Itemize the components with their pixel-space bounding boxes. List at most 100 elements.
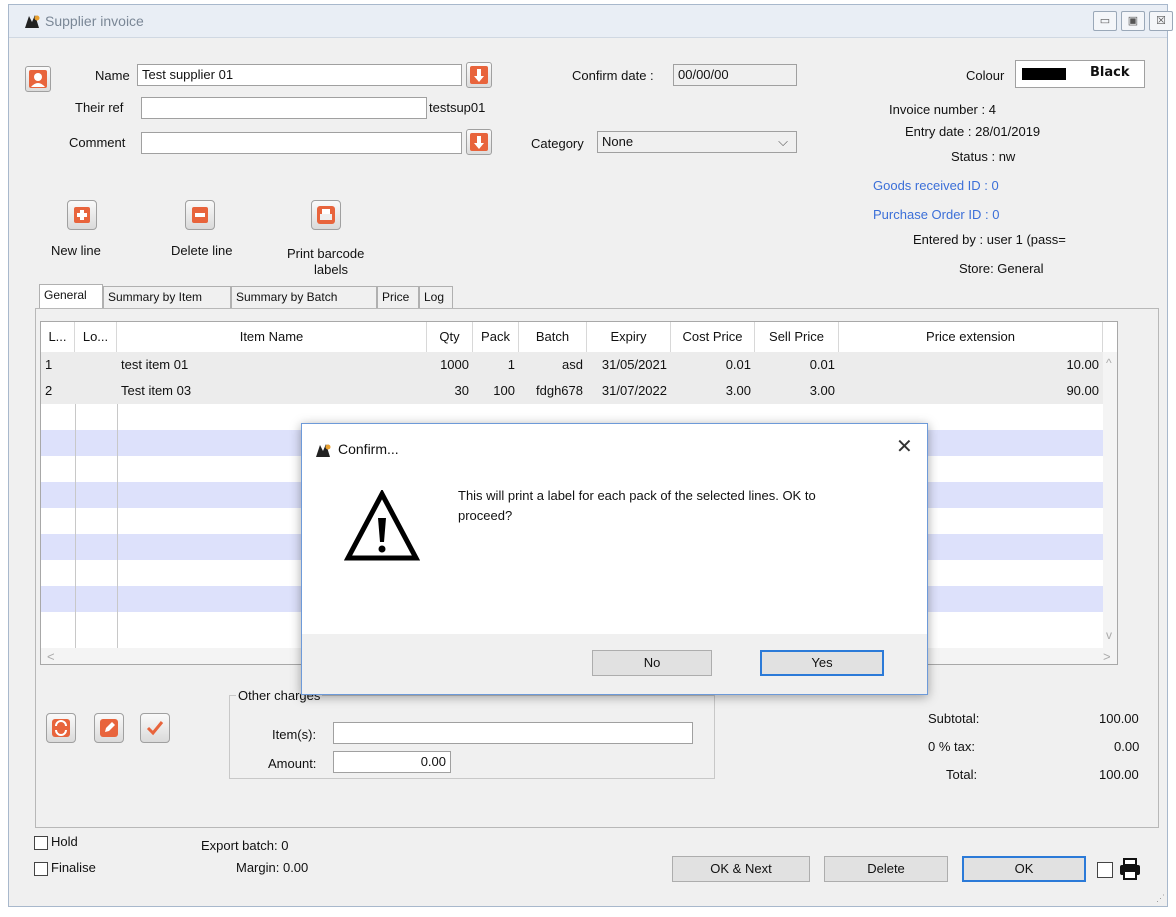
delete-line-button[interactable] [185, 200, 215, 230]
category-select[interactable]: None ⌵ [597, 131, 797, 153]
other-charges-amount-field[interactable]: 0.00 [333, 751, 451, 773]
col-location[interactable]: Lo... [75, 322, 117, 352]
cell-qty: 1000 [440, 357, 469, 372]
subtotal-label: Subtotal: [928, 711, 980, 726]
delete-line-label: Delete line [171, 243, 233, 258]
new-line-button[interactable] [67, 200, 97, 230]
their-ref-label: Their ref [75, 100, 124, 115]
app-logo-icon [316, 444, 331, 457]
confirm-date-field[interactable]: 00/00/00 [673, 64, 797, 86]
cell-batch: fdgh678 [536, 383, 583, 398]
name-label: Name [95, 68, 130, 83]
tab-summary-by-item[interactable]: Summary by Item [103, 286, 231, 308]
category-value: None [602, 134, 634, 149]
cell-price-extension: 90.00 [1066, 383, 1099, 398]
cell-expiry: 31/05/2021 [601, 357, 667, 372]
arrow-down-icon [470, 66, 488, 84]
col-batch[interactable]: Batch [519, 322, 587, 352]
col-line[interactable]: L... [41, 322, 75, 352]
cell-sell-price: 3.00 [809, 383, 835, 398]
colour-picker[interactable]: Black [1015, 60, 1145, 88]
dialog-title: Confirm... [338, 441, 399, 457]
edit-button[interactable] [94, 713, 124, 743]
amount-label: Amount: [268, 756, 317, 771]
goods-received-link[interactable]: Goods received ID : 0 [873, 178, 999, 193]
maximize-button[interactable]: ▣ [1121, 11, 1145, 31]
print-barcode-button[interactable] [311, 200, 341, 230]
cell-item-name: Test item 03 [121, 383, 192, 398]
plus-icon [74, 207, 90, 223]
tab-log[interactable]: Log [419, 286, 453, 308]
choose-name-button[interactable] [25, 66, 51, 92]
col-pack[interactable]: Pack [473, 322, 519, 352]
purchase-order-link[interactable]: Purchase Order ID : 0 [873, 207, 999, 222]
col-item-name[interactable]: Item Name [117, 322, 427, 352]
name-lookup-button[interactable] [466, 62, 492, 88]
finalise-checkbox[interactable] [34, 862, 48, 876]
confirm-button[interactable] [140, 713, 170, 743]
app-logo-icon [25, 15, 40, 28]
colour-name: Black [1090, 65, 1130, 80]
dialog-message-line2: proceed? [458, 508, 513, 523]
hold-label: Hold [51, 834, 78, 849]
table-row[interactable]: 1 test item 01 1000 1 asd 31/05/2021 0.0… [41, 352, 1117, 378]
cell-pack: 100 [493, 383, 515, 398]
vertical-scrollbar[interactable]: ^ v [1103, 352, 1117, 648]
person-icon [29, 70, 47, 88]
ok-and-next-button[interactable]: OK & Next [672, 856, 810, 882]
print-on-ok-checkbox[interactable] [1097, 862, 1113, 878]
new-line-label: New line [51, 243, 101, 258]
col-cost-price[interactable]: Cost Price [671, 322, 755, 352]
warning-icon [344, 490, 420, 561]
dialog-close-icon[interactable]: ✕ [896, 434, 913, 459]
minimize-button[interactable]: ▭ [1093, 11, 1117, 31]
tab-price[interactable]: Price [377, 286, 419, 308]
checkmark-icon [146, 721, 164, 736]
name-field[interactable]: Test supplier 01 [137, 64, 462, 86]
printer-icon[interactable] [1118, 857, 1142, 881]
scroll-right-icon[interactable]: > [1103, 649, 1111, 664]
ok-button[interactable]: OK [962, 856, 1086, 882]
cell-item-name: test item 01 [121, 357, 189, 372]
col-price-extension[interactable]: Price extension [839, 322, 1103, 352]
dialog-button-bar: No Yes [302, 634, 927, 694]
scroll-down-icon[interactable]: v [1106, 628, 1112, 642]
col-expiry[interactable]: Expiry [587, 322, 671, 352]
colour-label: Colour [966, 68, 1005, 83]
close-window-button[interactable]: ☒ [1149, 11, 1173, 31]
dialog-yes-button[interactable]: Yes [760, 650, 884, 676]
col-qty[interactable]: Qty [427, 322, 473, 352]
comment-lookup-button[interactable] [466, 129, 492, 155]
dialog-no-button[interactable]: No [592, 650, 712, 676]
cell-line: 1 [45, 357, 53, 372]
refresh-button[interactable] [46, 713, 76, 743]
cell-qty: 30 [454, 383, 469, 398]
table-header: L... Lo... Item Name Qty Pack Batch Expi… [41, 322, 1117, 353]
store-text: Store: General [959, 261, 1044, 276]
scroll-up-icon[interactable]: ^ [1106, 356, 1112, 370]
tax-value: 0.00 [1114, 739, 1140, 754]
confirm-date-label: Confirm date : [572, 68, 654, 83]
category-label: Category [531, 136, 584, 151]
scroll-left-icon[interactable]: < [47, 649, 55, 664]
table-row[interactable]: 2 Test item 03 30 100 fdgh678 31/07/2022… [41, 378, 1117, 404]
col-sell-price[interactable]: Sell Price [755, 322, 839, 352]
colour-swatch [1022, 68, 1066, 80]
tab-summary-by-batch[interactable]: Summary by Batch [231, 286, 377, 308]
cell-sell-price: 0.01 [809, 357, 835, 372]
their-ref-field[interactable] [141, 97, 427, 119]
cell-batch: asd [562, 357, 583, 372]
cell-pack: 1 [507, 357, 515, 372]
hold-checkbox[interactable] [34, 836, 48, 850]
tab-general[interactable]: General [39, 284, 103, 308]
resize-grip-icon[interactable]: ⋰ [1156, 893, 1165, 904]
comment-field[interactable] [141, 132, 462, 154]
supplier-code: testsup01 [429, 100, 486, 115]
other-charges-items-field[interactable] [333, 722, 693, 744]
delete-button[interactable]: Delete [824, 856, 948, 882]
print-barcode-label-2: labels [314, 262, 348, 277]
minus-icon [192, 207, 208, 223]
finalise-label: Finalise [51, 860, 96, 875]
entry-date: Entry date : 28/01/2019 [905, 124, 1041, 139]
arrow-down-icon [470, 133, 488, 151]
